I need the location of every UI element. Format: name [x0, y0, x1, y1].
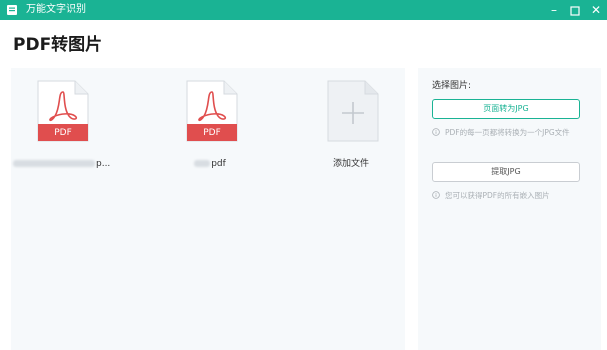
hint-text: PDF的每一页都将转换为一个JPG文件 — [445, 128, 570, 137]
extract-jpg-button[interactable]: 提取JPG — [432, 162, 580, 182]
file-name: p... — [13, 158, 111, 170]
page-to-jpg-hint: PDF的每一页都将转换为一个JPG文件 — [432, 127, 592, 153]
info-icon — [432, 191, 440, 199]
file-item[interactable]: PDF p... — [13, 80, 111, 180]
add-file-icon — [327, 80, 379, 142]
file-name-suffix: p... — [96, 159, 111, 169]
file-name-suffix: pdf — [211, 159, 226, 169]
scanner-icon — [7, 5, 17, 15]
title-bar: 万能文字识别 – ✕ — [0, 0, 607, 20]
redacted-filename — [13, 160, 95, 167]
maximize-icon[interactable] — [565, 0, 585, 20]
file-item[interactable]: PDF pdf — [162, 80, 258, 180]
file-name: pdf — [162, 158, 258, 170]
hint-text: 您可以获得PDF的所有嵌入图片 — [445, 191, 550, 200]
app-title: 万能文字识别 — [26, 4, 86, 15]
pdf-badge: PDF — [54, 128, 72, 138]
redacted-filename — [194, 160, 211, 167]
file-list-area: PDF p... PDF pdf 添加文件 — [11, 68, 405, 350]
options-panel: 选择图片: 页面转为JPG PDF的每一页都将转换为一个JPG文件 提取JPG … — [418, 68, 601, 350]
page-to-jpg-button[interactable]: 页面转为JPG — [432, 99, 580, 119]
info-icon — [432, 128, 440, 136]
minimize-icon[interactable]: – — [544, 0, 564, 20]
options-label: 选择图片: — [432, 81, 472, 91]
page-title: PDF转图片 — [13, 35, 103, 55]
extract-jpg-hint: 您可以获得PDF的所有嵌入图片 — [432, 190, 592, 216]
close-icon[interactable]: ✕ — [586, 0, 606, 20]
add-file-label: 添加文件 — [332, 159, 369, 169]
pdf-badge: PDF — [203, 128, 221, 138]
add-file-button[interactable]: 添加文件 — [303, 80, 399, 180]
